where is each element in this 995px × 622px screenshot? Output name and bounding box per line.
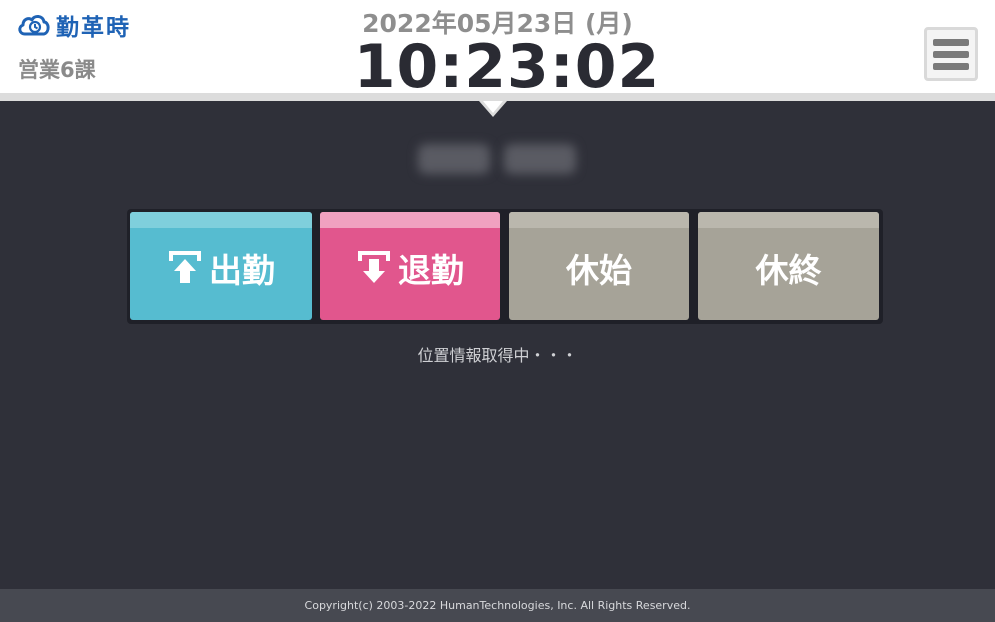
break-end-button[interactable]: 休終: [698, 212, 879, 320]
hamburger-menu-icon: [933, 62, 969, 70]
location-status: 位置情報取得中・・・: [417, 346, 578, 365]
hamburger-menu-icon: [933, 38, 969, 46]
break-end-label: 休終: [755, 251, 822, 290]
break-start-button[interactable]: 休始: [509, 212, 689, 320]
header: 勤革時 営業6課 2022年05月23日 (月) 10:23:02: [0, 0, 995, 117]
menu-button[interactable]: [924, 27, 978, 81]
clock-out-button[interactable]: 退勤: [320, 212, 500, 320]
clock-in-button[interactable]: 出勤: [130, 212, 312, 320]
user-name-blurred: [412, 138, 582, 182]
hamburger-menu-icon: [933, 50, 969, 58]
arrow-down-icon: [358, 251, 390, 283]
break-start-label: 休始: [566, 251, 632, 290]
footer: Copyright(c) 2003-2022 HumanTechnologies…: [0, 589, 995, 622]
clock-out-label: 退勤: [398, 251, 464, 290]
current-time: 10:23:02: [353, 32, 661, 102]
copyright-text: Copyright(c) 2003-2022 HumanTechnologies…: [304, 599, 691, 612]
arrow-up-icon: [169, 251, 201, 283]
punch-buttons: 出勤 退勤 休始 休終: [127, 209, 883, 324]
header-pointer: [483, 101, 503, 113]
clock-in-label: 出勤: [209, 251, 275, 290]
